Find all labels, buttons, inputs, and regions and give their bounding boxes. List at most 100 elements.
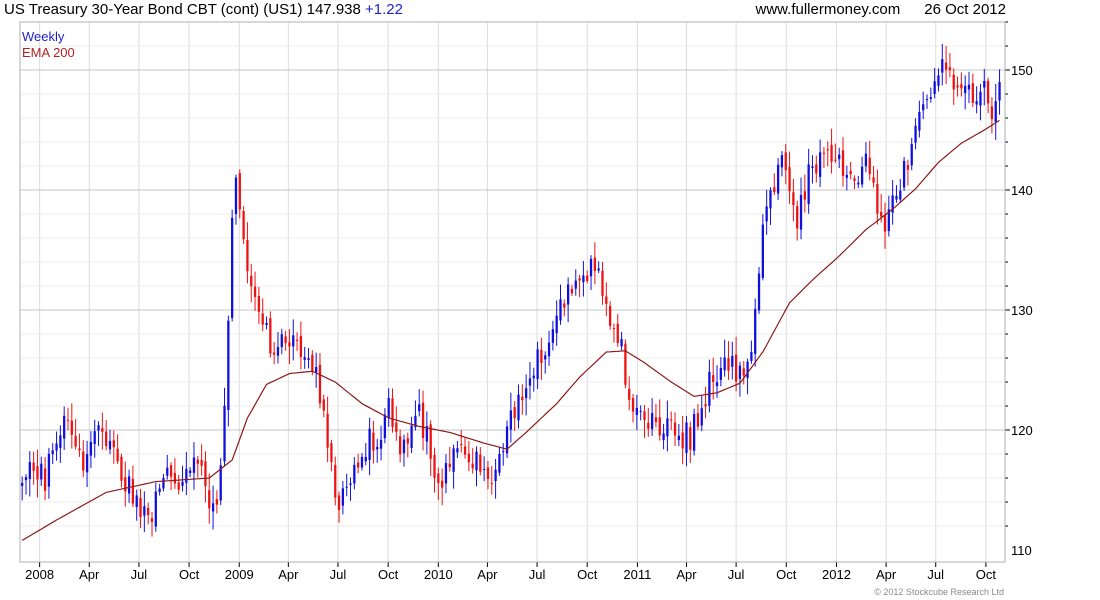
candle-up-body <box>738 365 742 379</box>
x-tick-label: Jul <box>330 567 347 582</box>
candle-down-body <box>433 455 436 478</box>
candle-up-body <box>895 195 898 200</box>
candle-down-body <box>70 420 73 435</box>
candle-down-body <box>399 436 402 455</box>
candle-up-body <box>975 101 978 105</box>
candle-up-body <box>418 404 421 412</box>
candle-down-body <box>150 518 154 522</box>
x-tick-label: Jul <box>728 567 745 582</box>
candle-down-body <box>826 149 829 151</box>
candle-up-body <box>127 476 131 494</box>
candle-up-body <box>211 503 215 512</box>
candle-down-body <box>876 183 879 214</box>
candle-up-body <box>551 329 555 343</box>
candle-up-body <box>662 433 665 441</box>
instrument-title: US Treasury 30-Year Bond CBT (cont) (US1… <box>4 1 361 18</box>
candle-up-body <box>21 482 24 486</box>
x-tick-label: Apr <box>876 567 897 582</box>
candle-up-body <box>818 152 822 177</box>
candle-down-body <box>784 152 787 171</box>
ema-200-line <box>21 119 1000 541</box>
candle-up-body <box>383 414 387 439</box>
candle-down-body <box>273 352 276 355</box>
candle-down-body <box>689 427 692 450</box>
candle-up-body <box>166 467 169 476</box>
candle-down-body <box>815 164 818 174</box>
candle-up-body <box>925 98 929 100</box>
candle-down-body <box>643 411 646 421</box>
candle-up-body <box>811 166 814 168</box>
candle-up-body <box>444 463 448 484</box>
candle-down-body <box>467 453 471 463</box>
candle-up-body <box>494 469 497 482</box>
candle-up-body <box>482 468 486 470</box>
candle-up-body <box>341 488 345 506</box>
candle-down-body <box>299 335 303 358</box>
candle-down-body <box>734 354 738 382</box>
candle-up-body <box>452 448 455 472</box>
candle-up-body <box>410 425 413 449</box>
candle-down-body <box>971 83 974 103</box>
candle-down-body <box>830 144 833 162</box>
candle-up-body <box>24 477 28 481</box>
candle-down-body <box>200 459 203 466</box>
candle-down-body <box>822 152 826 154</box>
x-tick-label: Oct <box>378 567 399 582</box>
x-tick-label: Jul <box>131 567 148 582</box>
candle-down-body <box>788 167 791 192</box>
candle-up-body <box>498 453 501 473</box>
candle-down-body <box>43 468 47 491</box>
y-tick-label: 110 <box>1011 543 1032 558</box>
candle-up-body <box>181 481 184 486</box>
x-tick-label: Apr <box>477 567 498 582</box>
candle-up-body <box>189 470 192 474</box>
candle-down-body <box>704 404 707 407</box>
candle-down-body <box>948 67 952 71</box>
x-tick-label: Oct <box>976 567 997 582</box>
x-tick-label: 2011 <box>623 567 651 582</box>
candle-up-body <box>376 446 379 450</box>
candle-down-body <box>792 192 795 206</box>
candle-down-body <box>330 443 333 462</box>
candle-down-body <box>803 191 806 200</box>
candle-down-body <box>112 440 115 448</box>
candle-up-body <box>929 97 932 99</box>
y-tick-label: 150 <box>1011 63 1033 78</box>
candle-up-body <box>51 450 54 455</box>
candle-down-body <box>460 444 463 446</box>
candle-down-body <box>960 84 963 89</box>
candle-down-body <box>105 431 108 447</box>
candle-up-body <box>280 334 283 348</box>
candle-up-body <box>40 463 43 480</box>
candle-down-body <box>773 187 776 193</box>
candle-down-body <box>334 465 337 498</box>
candle-down-body <box>540 349 543 364</box>
candle-up-body <box>55 443 58 451</box>
candle-down-body <box>880 211 883 217</box>
candle-down-body <box>673 422 677 436</box>
candle-up-body <box>368 428 371 460</box>
candle-up-body <box>574 280 577 289</box>
legend-ema-200: EMA 200 <box>22 45 75 60</box>
candle-up-body <box>265 322 268 326</box>
candle-down-body <box>208 490 211 509</box>
candle-up-body <box>845 174 848 178</box>
candle-down-body <box>250 275 253 287</box>
candle-up-body <box>754 308 757 354</box>
candle-up-body <box>918 111 921 131</box>
candle-down-body <box>624 343 627 385</box>
candle-down-body <box>440 480 444 488</box>
y-tick-label: 120 <box>1011 423 1033 438</box>
candle-down-body <box>322 399 325 411</box>
candle-down-body <box>586 275 589 281</box>
candle-down-body <box>513 407 516 419</box>
legend-weekly: Weekly <box>22 29 65 44</box>
candle-down-body <box>872 177 875 183</box>
candle-up-body <box>303 357 306 360</box>
candle-down-body <box>406 438 409 444</box>
source-site-link[interactable]: www.fullermoney.com <box>756 1 901 18</box>
candle-up-body <box>345 486 348 488</box>
x-tick-label: Oct <box>179 567 200 582</box>
candle-down-body <box>853 178 856 181</box>
candle-down-body <box>318 364 322 404</box>
